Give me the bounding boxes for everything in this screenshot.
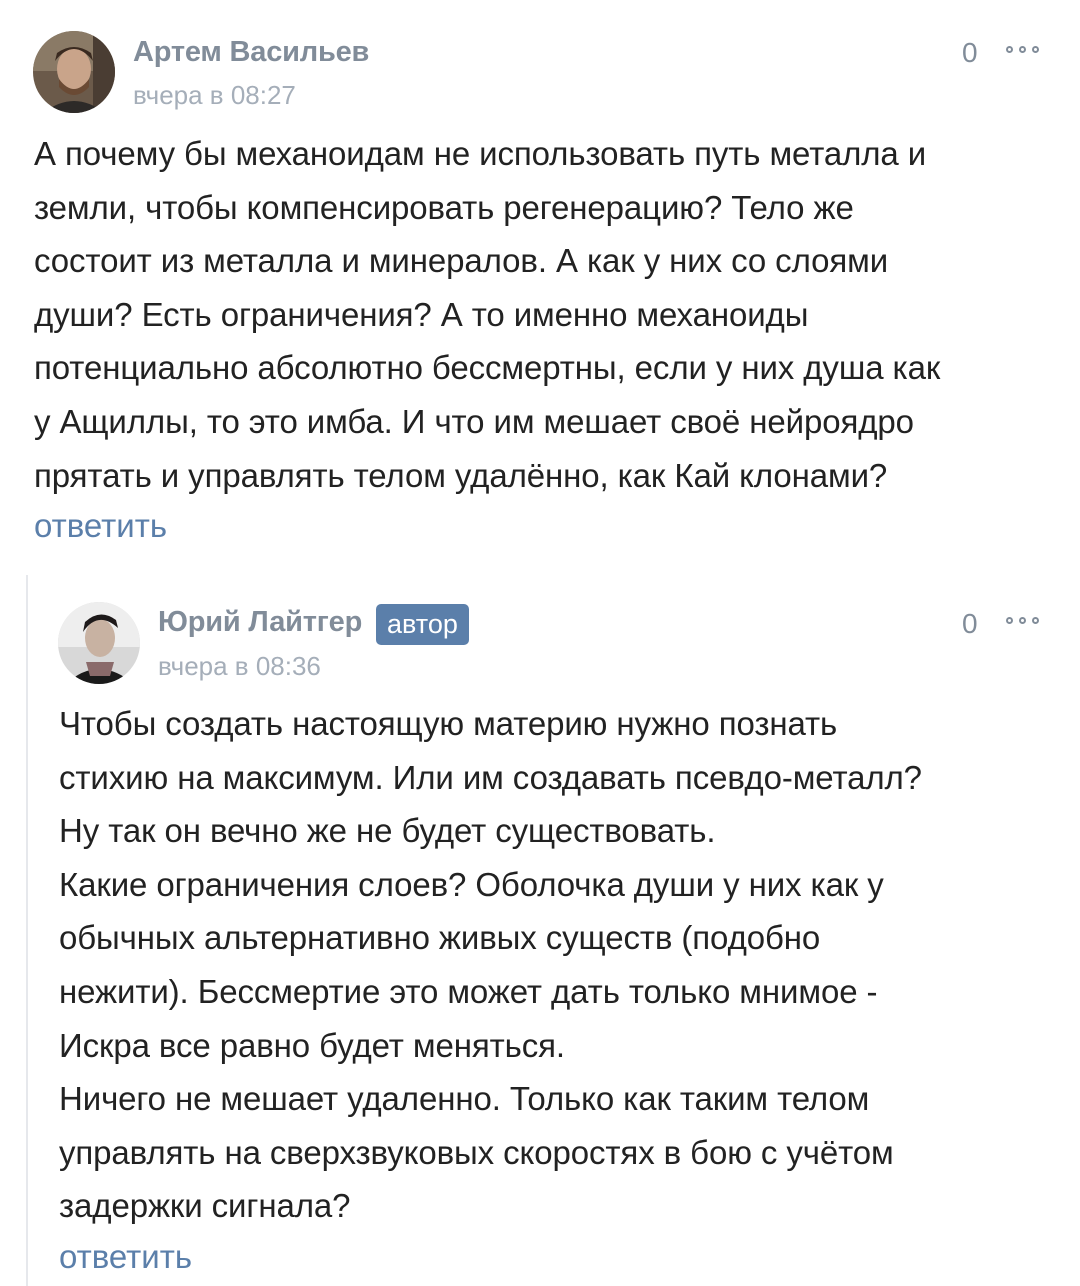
reply-thread-line — [26, 575, 28, 1286]
more-dots-icon[interactable] — [1006, 44, 1042, 56]
like-count[interactable]: 0 — [962, 608, 978, 640]
author-badge: автор — [376, 604, 469, 645]
comment-text: Чтобы создать настоящую материю нужно по… — [59, 705, 922, 1225]
reply-link[interactable]: ответить — [34, 507, 167, 545]
author-name[interactable]: Артем Васильев — [133, 36, 369, 69]
comment-time[interactable]: вчера в 08:36 — [158, 651, 321, 682]
comment-text: А почему бы механоидам не использовать п… — [34, 135, 941, 494]
comment-time[interactable]: вчера в 08:27 — [133, 80, 296, 111]
reply-link[interactable]: ответить — [59, 1238, 192, 1276]
more-dots-icon[interactable] — [1006, 615, 1042, 627]
avatar[interactable] — [58, 602, 140, 684]
like-count[interactable]: 0 — [962, 37, 978, 69]
avatar[interactable] — [33, 31, 115, 113]
author-name[interactable]: Юрий Лайтгер — [158, 606, 362, 639]
